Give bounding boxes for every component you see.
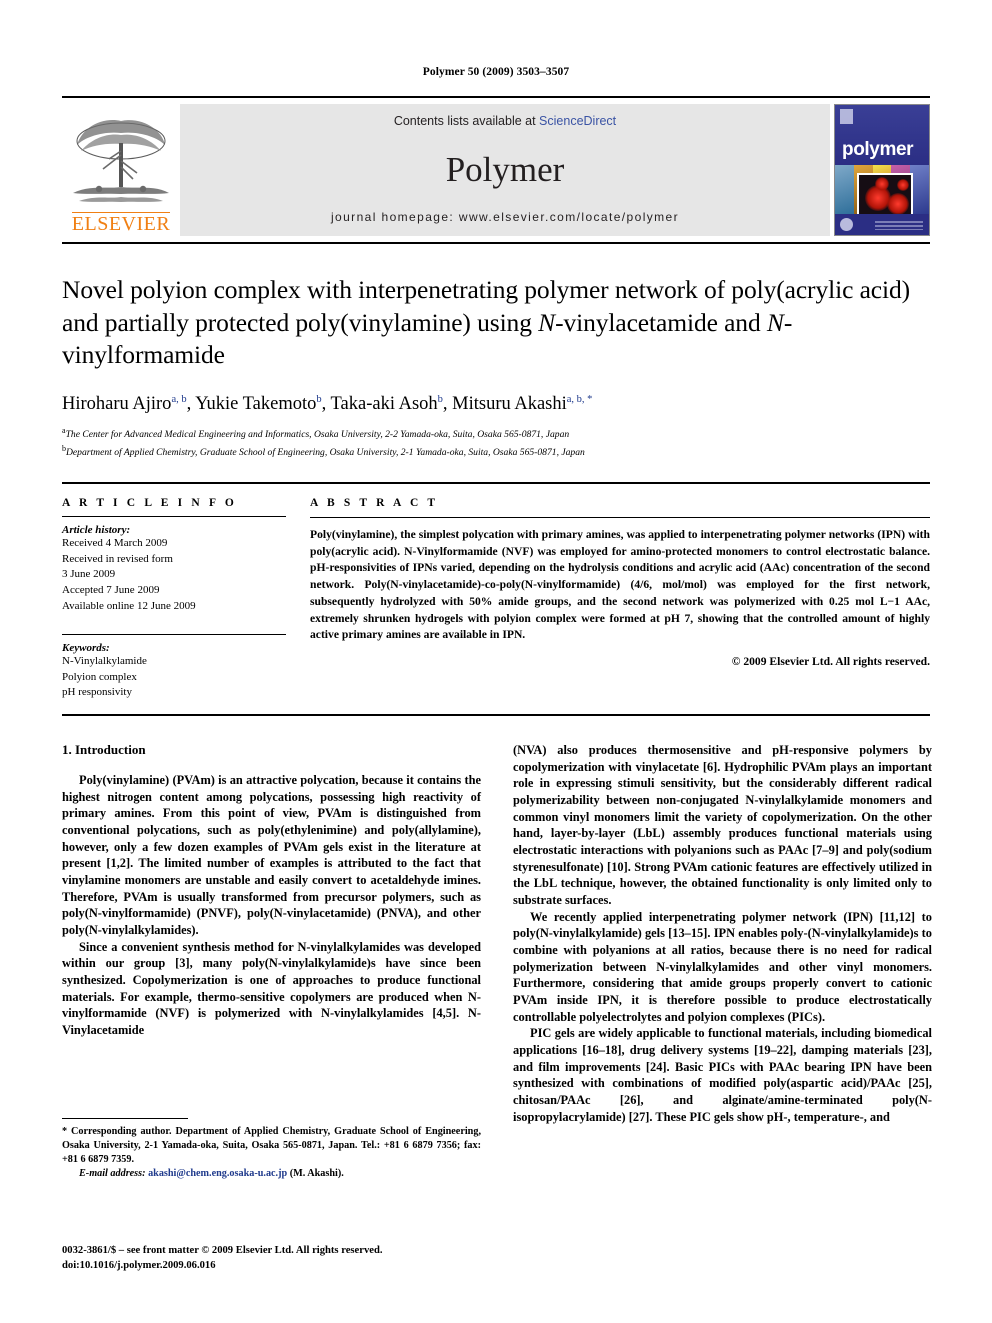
info-abstract-band: A R T I C L E I N F O Article history: R… [62,482,930,701]
doi-line: doi:10.1016/j.polymer.2009.06.016 [62,1260,216,1272]
title-line-3-italic: N [766,307,784,337]
cover-journal-title: polymer [842,138,914,160]
footnote-block: * Corresponding author. Department of Ap… [62,1118,481,1181]
history-item: Received in revised form [62,552,173,565]
author-name[interactable]: Hiroharu Ajiro [62,394,171,414]
body-column-left: 1. Introduction Poly(vinylamine) (PVAm) … [62,742,481,1125]
masthead-center: Contents lists available at ScienceDirec… [180,104,830,236]
section-heading-introduction: 1. Introduction [62,742,481,758]
cover-footer-text [875,221,923,230]
email-link[interactable]: akashi@chem.eng.osaka-u.ac.jp [148,1168,287,1179]
article-info-divider [62,516,286,518]
affiliation-list: aThe Center for Advanced Medical Enginee… [62,425,930,460]
article-history-list: Received 4 March 2009 Received in revise… [62,536,286,614]
article-history-heading: Article history: [62,524,131,537]
cover-bottom-panel [835,214,929,235]
cover-top-panel: polymer [835,105,929,165]
abstract-divider [310,517,930,519]
body-column-right: (NVA) also produces thermosensitive and … [513,742,932,1125]
issn-front-matter-line: 0032-3861/$ – see front matter © 2009 El… [62,1245,383,1256]
author-affiliation-marks: a, b, * [566,393,593,405]
contents-available-line: Contents lists available at ScienceDirec… [394,114,616,128]
journal-title: Polymer [445,149,565,189]
journal-masthead: ELSEVIER Contents lists available at Sci… [62,96,930,244]
cover-publisher-badge-icon [840,109,853,124]
section-number: 1. [62,741,72,757]
author-name[interactable]: Yukie Takemoto [195,394,316,414]
cover-seal-icon [840,218,853,231]
keyword-item: Polyion complex [62,670,137,683]
abstract-column: A B S T R A C T Poly(vinylamine), the si… [310,497,930,701]
author-name[interactable]: Mitsuru Akashi [452,394,567,414]
abstract-copyright: © 2009 Elsevier Ltd. All rights reserved… [731,654,930,668]
title-line-2b: -vinylacetamide and [555,307,761,337]
elsevier-logo: ELSEVIER [62,104,180,236]
email-label: E-mail address: [79,1168,146,1180]
author-list: Hiroharu Ajiroa, b, Yukie Takemotob, Tak… [62,393,593,414]
elsevier-wordmark: ELSEVIER [71,212,171,235]
paragraph: We recently applied interpenetrating pol… [513,909,932,1024]
page-title: Novel polyion complex with interpenetrat… [62,274,930,372]
history-item: Accepted 7 June 2009 [62,583,160,596]
paragraph: (NVA) also produces thermosensitive and … [513,742,932,907]
keywords-heading: Keywords: [62,642,110,655]
keyword-item: pH responsivity [62,686,132,699]
affiliation-item: aThe Center for Advanced Medical Enginee… [62,425,930,443]
title-line-1: Novel polyion complex with interpenetrat… [62,275,854,304]
email-note: E-mail address: akashi@chem.eng.osaka-u.… [62,1167,481,1181]
article-info-label: A R T I C L E I N F O [62,497,237,510]
title-block: Novel polyion complex with interpenetrat… [62,244,930,460]
author-affiliation-marks: b [437,393,443,405]
contents-prefix-text: Contents lists available at [393,114,540,128]
history-item: Received 4 March 2009 [62,537,168,550]
author-affiliation-marks: a, b [171,393,187,405]
abstract-text: Poly(vinylamine), the simplest polycatio… [310,528,930,642]
email-suffix: (M. Akashi). [287,1168,344,1180]
affiliation-text: Department of Applied Chemistry, Graduat… [66,446,585,458]
author-affiliation-marks: b [316,393,322,405]
footnote-divider [62,1118,188,1119]
affiliation-item: bDepartment of Applied Chemistry, Gradua… [62,443,930,461]
running-head: Polymer 50 (2009) 3503–3507 [422,66,570,78]
paragraph: Poly(vinylamine) (PVAm) is an attractive… [62,772,481,937]
article-info-column: A R T I C L E I N F O Article history: R… [62,497,310,701]
history-item: 3 June 2009 [62,568,116,581]
journal-article-page: Polymer 50 (2009) 3503–3507 ELSEVIER Con… [0,0,992,1323]
paragraph: Since a convenient synthesis method for … [62,939,481,1038]
keywords-block: Keywords: N-Vinylalkylamide Polyion comp… [62,634,286,701]
keywords-divider [62,634,286,636]
author-name[interactable]: Taka-aki Asoh [331,394,438,414]
sciencedirect-link[interactable]: ScienceDirect [539,114,616,128]
colophon: 0032-3861/$ – see front matter © 2009 El… [62,1243,522,1273]
keyword-item: N-Vinylalkylamide [62,655,147,668]
title-line-2-italic: N [538,307,556,337]
body-columns: 1. Introduction Poly(vinylamine) (PVAm) … [62,742,932,1125]
paragraph: PIC gels are widely applicable to functi… [513,1026,932,1124]
journal-cover-thumbnail[interactable]: polymer [834,104,930,236]
journal-homepage-link[interactable]: journal homepage: www.elsevier.com/locat… [331,210,679,224]
affiliation-text: The Center for Advanced Medical Engineer… [65,429,570,441]
band-bottom-rule [62,713,930,716]
history-item: Available online 12 June 2009 [62,599,196,612]
elsevier-tree-icon [69,115,173,211]
section-title: Introduction [75,741,146,757]
cover-micrograph-image [857,172,913,217]
corresponding-author-note: * Corresponding author. Department of Ap… [62,1126,481,1166]
abstract-label: A B S T R A C T [310,497,439,510]
